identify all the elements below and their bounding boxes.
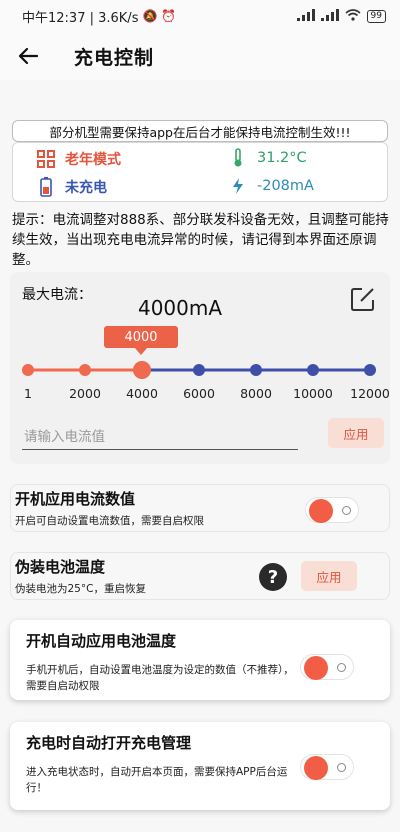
toggle-off-indicator: [337, 763, 346, 772]
boot-current-toggle[interactable]: [305, 497, 359, 523]
charge-state-cell: 未充电: [37, 177, 107, 197]
battery-status-icon: [37, 177, 55, 197]
thermometer-icon: [229, 148, 247, 167]
setting-desc: 进入充电状态时，自动开启本页面，需要保持APP后台运行！: [26, 766, 288, 794]
slider-tick-label: 2000: [69, 386, 101, 401]
current-cell: -208mA: [229, 177, 314, 195]
current-input[interactable]: 请输入电流值: [22, 420, 298, 450]
help-icon[interactable]: ?: [259, 563, 287, 591]
tip-text: 提示：电流调整对888系、部分联发科设备无效，且调整可能持续生效，当出现充电电流…: [12, 212, 389, 268]
arrow-left-icon: [18, 47, 38, 65]
slider-tick-dot: [22, 364, 34, 376]
apply-temperature-button[interactable]: 应用: [301, 561, 357, 591]
slider-tick-label: 8000: [240, 386, 272, 401]
charge-state-label: 未充电: [65, 180, 107, 196]
mode-label: 老年模式: [65, 152, 121, 168]
toggle-off-indicator: [342, 506, 351, 515]
auto-open-charge-toggle[interactable]: [300, 754, 354, 780]
setting-title: 开机应用电流数值: [15, 490, 136, 508]
slider-value-tooltip: 4000: [104, 326, 178, 355]
slider-thumb[interactable]: [133, 361, 151, 379]
setting-boot-current: 开机应用电流数值 开启可自动设置电流数值，需要自启权限: [10, 484, 390, 532]
max-current-card: 最大电流： 4000mA 4000 1 2000 4000 6000 8000 10000…: [10, 272, 390, 464]
status-bar: 中午12:37 | 3.6K/s 🔕 ⏰ 99: [0, 0, 400, 32]
apply-current-button[interactable]: 应用: [328, 418, 384, 448]
setting-fake-temperature: 伪装电池温度 伪装电池为25°C，重启恢复 ? 应用: [10, 552, 390, 600]
slider-tick-dot: [307, 364, 319, 376]
current-slider[interactable]: [10, 356, 390, 386]
alarm-icon: ⏰: [161, 9, 177, 23]
slider-tick-dot: [79, 364, 91, 376]
toggle-off-indicator: [337, 663, 346, 672]
setting-desc: 手机开机后，自动设置电池温度为设定的数值（不推荐），需要自启动权限: [26, 664, 294, 692]
boot-temperature-toggle[interactable]: [300, 654, 354, 680]
slider-tick-dot: [364, 364, 376, 376]
setting-title: 伪装电池温度: [15, 558, 106, 576]
signal-icon: [296, 9, 315, 23]
slider-tick-dot: [250, 364, 262, 376]
status-text: 中午12:37 | 3.6K/s: [22, 10, 139, 26]
back-button[interactable]: [0, 32, 56, 80]
setting-desc: 开启可自动设置电流数值，需要自启权限: [15, 515, 204, 527]
temperature-cell: 31.2°C: [229, 148, 307, 167]
max-current-value: 4000mA: [137, 296, 223, 320]
lightning-icon: [229, 177, 247, 195]
slider-tick-dot: [193, 364, 205, 376]
edit-icon[interactable]: [350, 286, 376, 312]
setting-boot-temperature: 开机自动应用电池温度 手机开机后，自动设置电池温度为设定的数值（不推荐），需要自…: [10, 620, 390, 700]
mode-cell: 老年模式: [37, 149, 121, 169]
setting-title: 开机自动应用电池温度: [26, 632, 177, 650]
page-title: 充电控制: [74, 46, 155, 69]
slider-tick-label: 6000: [183, 386, 215, 401]
mute-icon: 🔕: [142, 9, 158, 23]
grid-icon: [37, 150, 55, 168]
temperature-value: 31.2°C: [257, 150, 307, 166]
slider-tick-label: 1: [24, 386, 32, 401]
app-bar: 充电控制: [0, 32, 400, 80]
toggle-knob: [304, 756, 328, 780]
current-value: -208mA: [257, 178, 314, 194]
setting-desc: 伪装电池为25°C，重启恢复: [15, 583, 146, 595]
toggle-knob: [309, 499, 333, 523]
setting-title: 充电时自动打开充电管理: [26, 734, 192, 752]
wifi-icon: [345, 9, 361, 23]
setting-auto-open-charge: 充电时自动打开充电管理 进入充电状态时，自动开启本页面，需要保持APP后台运行！: [10, 722, 390, 810]
slider-tick-label: 4000: [126, 386, 158, 401]
battery-icon: 99: [366, 9, 386, 23]
background-notice: 部分机型需要保持app在后台才能保持电流控制生效!!!: [12, 120, 388, 142]
info-panel: 老年模式 31.2°C 未充电 -208mA: [12, 142, 388, 202]
signal-hd-icon: [320, 9, 339, 23]
toggle-knob: [304, 656, 328, 680]
slider-tick-label: 10000: [293, 386, 333, 401]
slider-tick-label: 12000: [350, 386, 390, 401]
